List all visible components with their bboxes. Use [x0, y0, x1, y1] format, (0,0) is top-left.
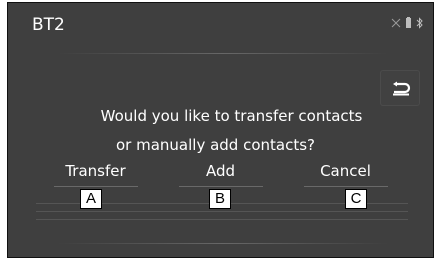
- message-line-1: Would you like to transfer contacts: [100, 107, 363, 125]
- status-icons: [391, 17, 423, 29]
- return-arrow-icon: [393, 81, 411, 96]
- callout-b: B: [209, 189, 231, 209]
- bluetooth-off-icon: [391, 18, 401, 28]
- display-screen: BT2 Would you like to transfer contacts …: [7, 2, 434, 258]
- phone-battery-icon: [406, 17, 411, 28]
- transfer-button-label: Transfer: [65, 162, 126, 180]
- add-button-label: Add: [205, 162, 236, 180]
- callout-a: A: [80, 189, 102, 209]
- dialog-message: Would you like to transfer contacts or m…: [8, 102, 433, 160]
- screen-title: BT2: [32, 15, 65, 35]
- footer-divider: [58, 243, 388, 244]
- header-divider: [58, 53, 388, 54]
- return-button[interactable]: [380, 70, 420, 106]
- callout-c: C: [345, 189, 367, 209]
- bluetooth-icon: [416, 17, 423, 29]
- cancel-button-label: Cancel: [320, 162, 371, 180]
